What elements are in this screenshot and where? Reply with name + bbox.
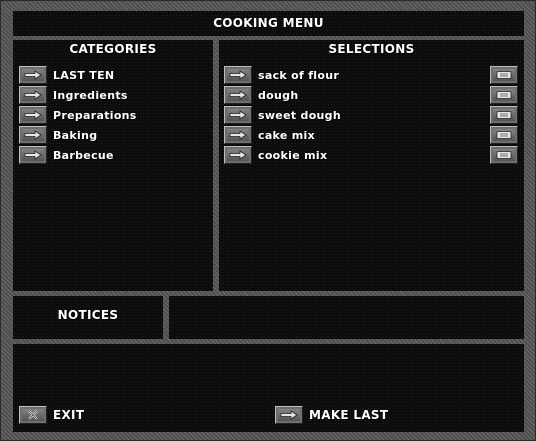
selection-item-cookie-mix[interactable]: cookie mix <box>224 146 518 164</box>
category-label: Baking <box>53 128 98 142</box>
category-label: Barbecue <box>53 148 114 162</box>
bottom-panel: EXIT MAKE LAST <box>13 344 524 432</box>
category-select-button[interactable] <box>19 86 47 104</box>
category-label: Preparations <box>53 108 137 122</box>
category-select-button[interactable] <box>19 106 47 124</box>
scroll-icon <box>496 131 512 139</box>
category-select-button[interactable] <box>19 66 47 84</box>
exit-control[interactable]: EXIT <box>19 406 84 424</box>
selection-make-button[interactable] <box>224 86 252 104</box>
selection-label: cake mix <box>258 128 315 142</box>
arrow-right-icon <box>229 150 247 160</box>
arrow-right-icon <box>24 90 42 100</box>
category-select-button[interactable] <box>19 146 47 164</box>
scroll-icon <box>496 91 512 99</box>
selection-label: sack of flour <box>258 68 340 82</box>
selection-make-button[interactable] <box>224 66 252 84</box>
make-last-button[interactable] <box>275 406 303 424</box>
selection-item-sweet-dough[interactable]: sweet dough <box>224 106 518 124</box>
selection-details-button[interactable] <box>490 86 518 104</box>
x-icon <box>28 410 38 420</box>
selection-details-button[interactable] <box>490 106 518 124</box>
categories-header: CATEGORIES <box>69 42 157 56</box>
arrow-right-icon <box>229 130 247 140</box>
scroll-icon <box>496 111 512 119</box>
category-select-button[interactable] <box>19 126 47 144</box>
category-item-preparations[interactable]: Preparations <box>19 106 137 124</box>
category-label: LAST TEN <box>53 68 115 82</box>
selection-item-sack-of-flour[interactable]: sack of flour <box>224 66 518 84</box>
category-item-ingredients[interactable]: Ingredients <box>19 86 128 104</box>
arrow-right-icon <box>24 150 42 160</box>
selection-label: cookie mix <box>258 148 328 162</box>
selection-item-cake-mix[interactable]: cake mix <box>224 126 518 144</box>
title-bar: COOKING MENU <box>13 11 524 36</box>
category-item-baking[interactable]: Baking <box>19 126 97 144</box>
scroll-icon <box>496 151 512 159</box>
arrow-right-icon <box>229 70 247 80</box>
notices-label: NOTICES <box>57 308 119 322</box>
arrow-right-icon <box>24 110 42 120</box>
selections-panel: SELECTIONS sack of flour dough sweet dou… <box>219 40 524 291</box>
make-last-control[interactable]: MAKE LAST <box>275 406 388 424</box>
notices-panel <box>169 296 524 339</box>
category-item-barbecue[interactable]: Barbecue <box>19 146 114 164</box>
selection-label: sweet dough <box>258 108 341 122</box>
category-label: Ingredients <box>53 88 128 102</box>
selection-make-button[interactable] <box>224 126 252 144</box>
categories-panel: CATEGORIES LAST TEN Ingredients Preparat… <box>13 40 213 291</box>
selection-make-button[interactable] <box>224 106 252 124</box>
selection-details-button[interactable] <box>490 126 518 144</box>
arrow-right-icon <box>24 70 42 80</box>
arrow-right-icon <box>280 410 298 420</box>
cooking-menu-window: COOKING MENU CATEGORIES LAST TEN Ingredi… <box>0 0 536 441</box>
window-title: COOKING MENU <box>213 16 324 30</box>
selection-make-button[interactable] <box>224 146 252 164</box>
arrow-right-icon <box>24 130 42 140</box>
exit-label: EXIT <box>53 408 85 422</box>
selections-header: SELECTIONS <box>328 42 415 56</box>
category-item-last-ten[interactable]: LAST TEN <box>19 66 114 84</box>
arrow-right-icon <box>229 110 247 120</box>
exit-button[interactable] <box>19 406 47 424</box>
scroll-icon <box>496 71 512 79</box>
notices-label-panel: NOTICES <box>13 296 163 339</box>
selection-label: dough <box>258 88 299 102</box>
selection-item-dough[interactable]: dough <box>224 86 518 104</box>
arrow-right-icon <box>229 90 247 100</box>
make-last-label: MAKE LAST <box>309 408 389 422</box>
selection-details-button[interactable] <box>490 66 518 84</box>
selection-details-button[interactable] <box>490 146 518 164</box>
